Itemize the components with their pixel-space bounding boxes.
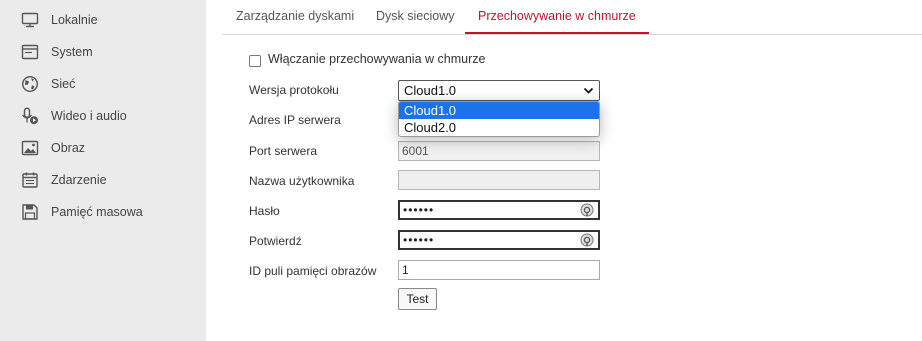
microphone-play-icon bbox=[21, 107, 38, 125]
server-port-label: Port serwera bbox=[249, 144, 318, 158]
password-input[interactable]: •••••• bbox=[398, 200, 600, 220]
confirm-value: •••••• bbox=[403, 233, 435, 247]
sidebar-item-label: Pamięć masowa bbox=[51, 205, 143, 219]
monitor-icon bbox=[21, 12, 39, 28]
protocol-select[interactable]: Cloud1.0 bbox=[398, 80, 600, 101]
tab-przechowywanie-w-chmurze[interactable]: Przechowywanie w chmurze bbox=[465, 0, 649, 34]
protocol-option-cloud2[interactable]: Cloud2.0 bbox=[399, 119, 599, 136]
sidebar-item-label: Obraz bbox=[51, 141, 86, 155]
sidebar-item-siec[interactable]: Sieć bbox=[0, 68, 206, 100]
app-root: Lokalnie System Sieć Wideo i audio Obraz… bbox=[0, 0, 922, 341]
sidebar-item-lokalnie[interactable]: Lokalnie bbox=[0, 4, 206, 36]
tab-dysk-sieciowy[interactable]: Dysk sieciowy bbox=[376, 0, 455, 34]
tab-bar: Zarządzanie dyskami Dysk sieciowy Przech… bbox=[222, 0, 922, 35]
chevron-down-icon bbox=[583, 87, 594, 94]
username-input[interactable] bbox=[398, 170, 600, 190]
sidebar-item-pamiec-masowa[interactable]: Pamięć masowa bbox=[0, 196, 206, 228]
sidebar-item-label: System bbox=[51, 45, 93, 59]
sidebar: Lokalnie System Sieć Wideo i audio Obraz… bbox=[0, 0, 206, 341]
protocol-select-value: Cloud1.0 bbox=[404, 83, 457, 98]
protocol-dropdown-list: Cloud1.0 Cloud2.0 bbox=[398, 101, 600, 137]
sidebar-item-system[interactable]: System bbox=[0, 36, 206, 68]
sidebar-item-label: Wideo i audio bbox=[51, 109, 127, 123]
sidebar-item-label: Zdarzenie bbox=[51, 173, 107, 187]
sidebar-item-obraz[interactable]: Obraz bbox=[0, 132, 206, 164]
server-ip-label: Adres IP serwera bbox=[249, 113, 341, 127]
confirm-label: Potwierdź bbox=[249, 234, 302, 248]
password-value: •••••• bbox=[403, 203, 435, 217]
eye-toggle-icon[interactable] bbox=[580, 203, 594, 217]
globe-icon bbox=[21, 75, 39, 93]
sidebar-item-label: Lokalnie bbox=[51, 13, 98, 27]
enable-cloud-checkbox[interactable] bbox=[249, 55, 261, 67]
pool-id-label: ID puli pamięci obrazów bbox=[249, 264, 377, 278]
main-panel: Zarządzanie dyskami Dysk sieciowy Przech… bbox=[206, 0, 922, 341]
username-label: Nazwa użytkownika bbox=[249, 174, 355, 188]
protocol-label: Wersja protokołu bbox=[249, 83, 339, 97]
floppy-disk-icon bbox=[22, 204, 38, 220]
tab-zarzadzanie-dyskami[interactable]: Zarządzanie dyskami bbox=[236, 0, 354, 34]
server-port-input[interactable]: 6001 bbox=[398, 141, 600, 161]
pool-id-input[interactable]: 1 bbox=[398, 260, 600, 280]
window-icon bbox=[21, 44, 39, 60]
sidebar-item-wideo-i-audio[interactable]: Wideo i audio bbox=[0, 100, 206, 132]
image-icon bbox=[21, 140, 39, 156]
test-button[interactable]: Test bbox=[398, 288, 437, 310]
eye-toggle-icon[interactable] bbox=[580, 233, 594, 247]
sidebar-item-zdarzenie[interactable]: Zdarzenie bbox=[0, 164, 206, 196]
protocol-option-cloud1[interactable]: Cloud1.0 bbox=[399, 102, 599, 119]
sidebar-item-label: Sieć bbox=[51, 77, 76, 91]
calendar-icon bbox=[22, 172, 38, 188]
confirm-password-input[interactable]: •••••• bbox=[398, 230, 600, 250]
password-label: Hasło bbox=[249, 204, 280, 218]
enable-cloud-label: Włączanie przechowywania w chmurze bbox=[268, 52, 486, 66]
